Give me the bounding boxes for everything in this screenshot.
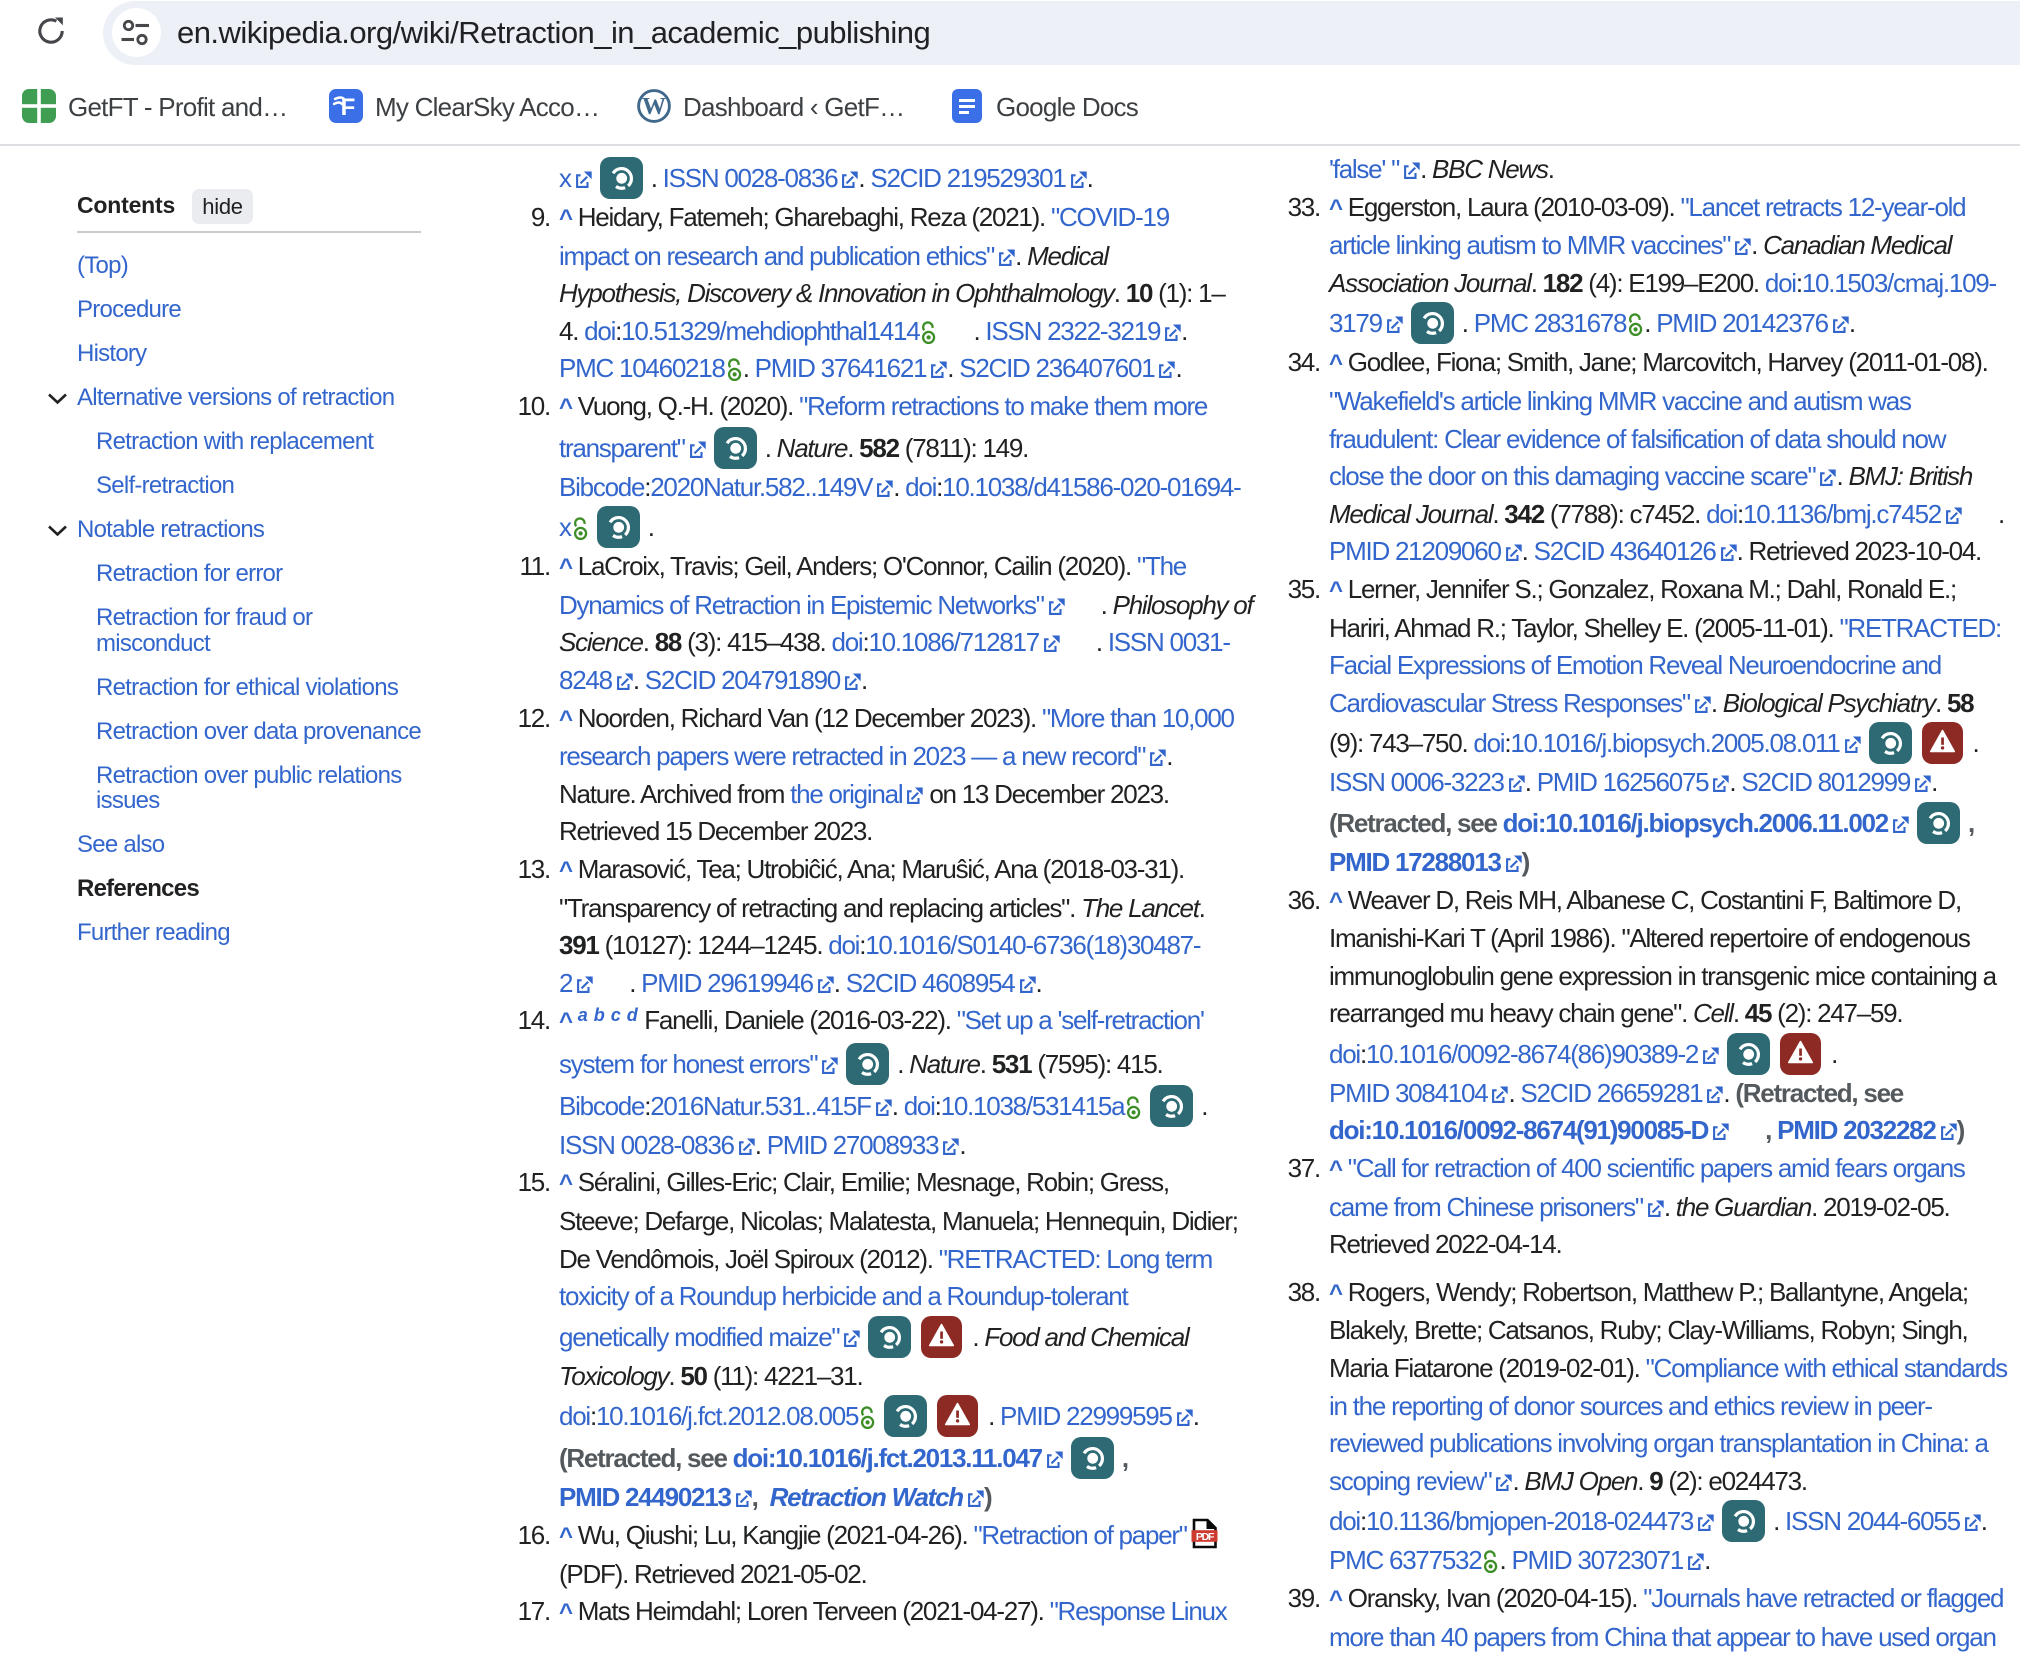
svg-text:W: W	[642, 94, 666, 120]
